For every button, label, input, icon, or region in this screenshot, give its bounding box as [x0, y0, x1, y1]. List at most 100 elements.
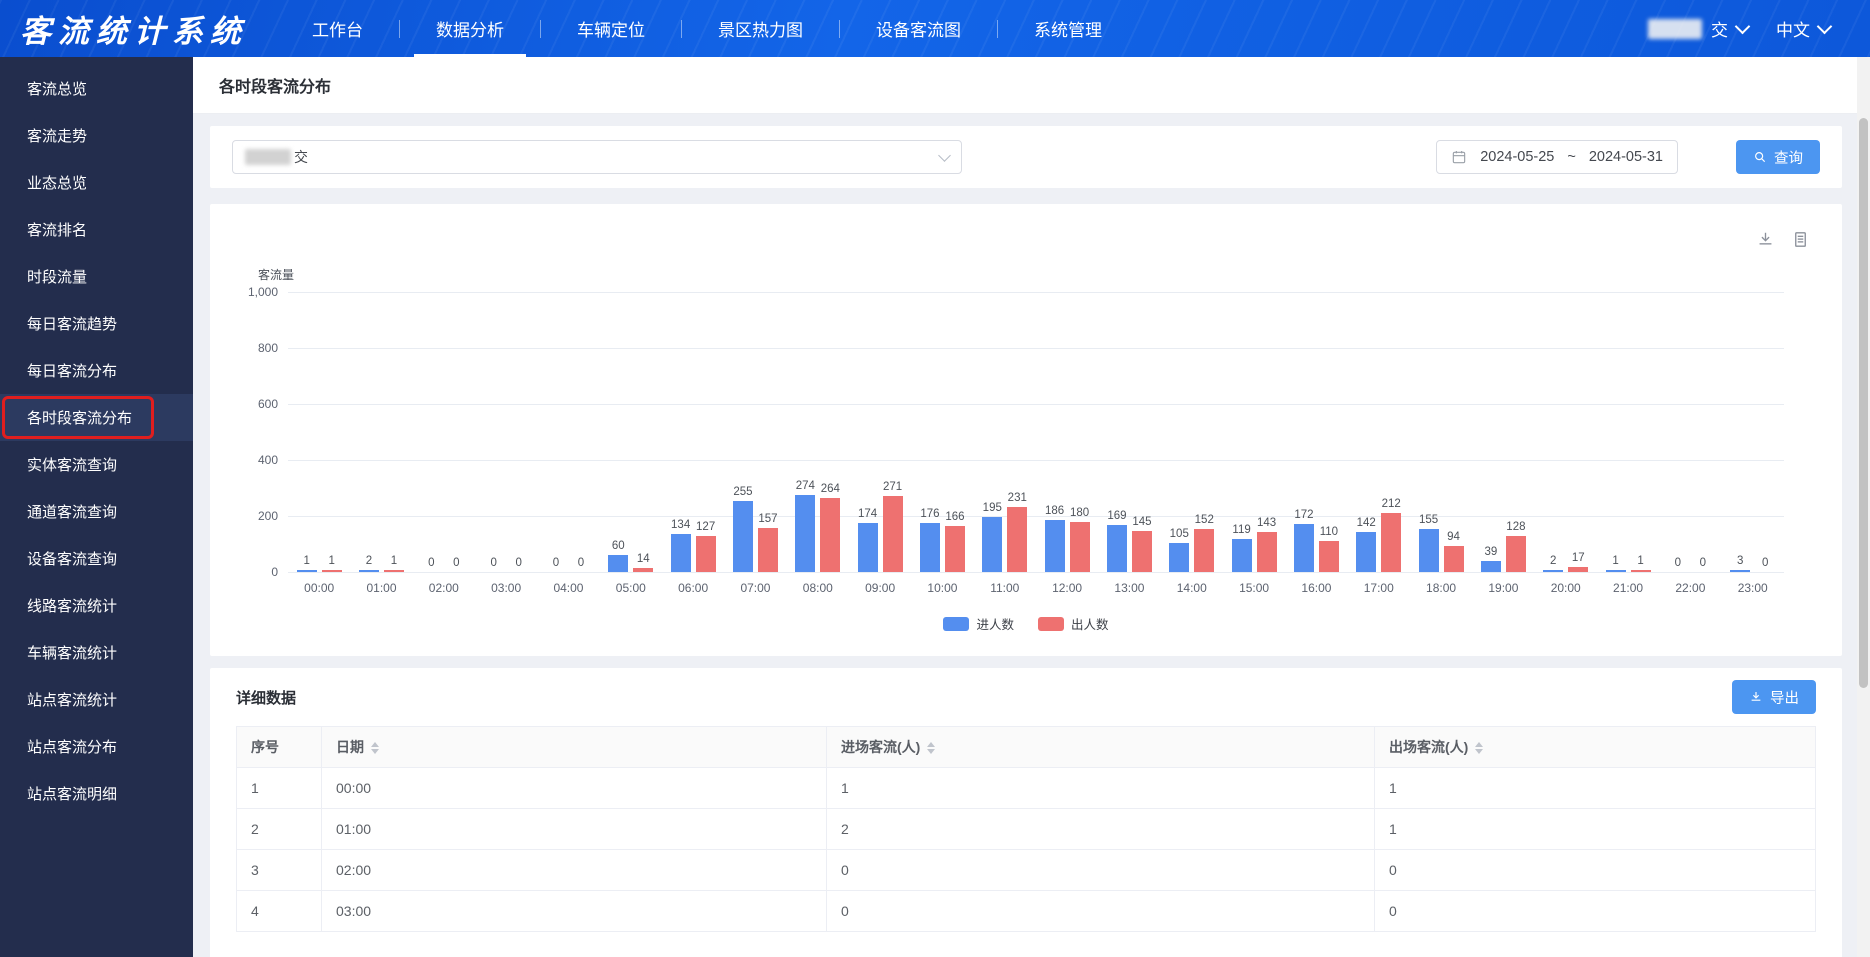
x-tick-label: 20:00: [1535, 581, 1597, 595]
bar-出人数: [633, 568, 653, 572]
bar-进人数: [1419, 529, 1439, 572]
query-button[interactable]: 查询: [1736, 140, 1820, 174]
bar-出人数: [1631, 570, 1651, 572]
sort-icon[interactable]: [927, 742, 935, 754]
x-tick-label: 19:00: [1472, 581, 1534, 595]
sidebar-item-2[interactable]: 客流走势: [0, 112, 193, 159]
sidebar-item-7[interactable]: 每日客流分布: [0, 347, 193, 394]
sort-icon[interactable]: [371, 742, 379, 754]
chart-panel: 客流量 02004006008001,000112100000060141341…: [210, 204, 1842, 656]
nav-tab-5[interactable]: 设备客流图: [840, 0, 997, 57]
sidebar-item-6[interactable]: 每日客流趋势: [0, 300, 193, 347]
bar-value-label: 186: [1045, 506, 1064, 518]
bar-出人数: [883, 496, 903, 572]
bar-出人数: [1319, 541, 1339, 572]
bar-进人数: [1356, 532, 1376, 572]
bar-column: 60: [608, 292, 628, 572]
scrollbar-thumb[interactable]: [1859, 118, 1868, 688]
sidebar-item-16[interactable]: 站点客流明细: [0, 770, 193, 817]
bar-column: 128: [1506, 292, 1526, 572]
column-header-3[interactable]: 进场客流(人): [827, 727, 1375, 768]
column-header-2[interactable]: 日期: [322, 727, 827, 768]
bar-group-05:00: 6014: [600, 292, 662, 572]
user-menu[interactable]: 交: [1648, 16, 1748, 41]
language-menu[interactable]: 中文: [1776, 16, 1830, 41]
sidebar-item-3[interactable]: 业态总览: [0, 159, 193, 206]
table-cell: 03:00: [322, 891, 827, 932]
search-icon: [1753, 150, 1767, 164]
sidebar-item-10[interactable]: 通道客流查询: [0, 488, 193, 535]
bar-column: 1: [1631, 292, 1651, 572]
sidebar-item-8[interactable]: 各时段客流分布: [0, 394, 193, 441]
x-tick-label: 14:00: [1161, 581, 1223, 595]
sidebar-item-15[interactable]: 站点客流分布: [0, 723, 193, 770]
bar-value-label: 39: [1484, 547, 1497, 559]
bar-进人数: [671, 534, 691, 572]
bar-value-label: 174: [858, 509, 877, 521]
sort-icon[interactable]: [1475, 742, 1483, 754]
bar-value-label: 0: [578, 558, 584, 570]
bar-column: 152: [1194, 292, 1214, 572]
bar-进人数: [1730, 570, 1750, 572]
org-select[interactable]: 交: [232, 140, 962, 174]
sidebar-item-5[interactable]: 时段流量: [0, 253, 193, 300]
bar-出人数: [1257, 532, 1277, 572]
sidebar-item-13[interactable]: 车辆客流统计: [0, 629, 193, 676]
download-chart-icon[interactable]: [1756, 230, 1775, 249]
legend-item-出人数[interactable]: 出人数: [1038, 614, 1109, 633]
page-title-bar: 各时段客流分布: [193, 57, 1870, 114]
bar-进人数: [1107, 525, 1127, 572]
detail-title: 详细数据: [236, 687, 296, 708]
data-view-icon[interactable]: [1791, 230, 1810, 249]
bar-column: 1: [322, 292, 342, 572]
sidebar-item-14[interactable]: 站点客流统计: [0, 676, 193, 723]
x-tick-label: 06:00: [662, 581, 724, 595]
bar-column: 143: [1257, 292, 1277, 572]
x-tick-label: 08:00: [787, 581, 849, 595]
bar-group-23:00: 30: [1722, 292, 1784, 572]
sidebar-item-label: 各时段客流分布: [27, 407, 132, 428]
legend-item-进人数[interactable]: 进人数: [943, 614, 1014, 633]
legend-swatch: [1038, 617, 1064, 631]
bar-group-18:00: 15594: [1410, 292, 1472, 572]
table-cell: 0: [1375, 891, 1816, 932]
bar-value-label: 212: [1382, 499, 1401, 511]
bar-column: 172: [1294, 292, 1314, 572]
nav-tab-1[interactable]: 工作台: [276, 0, 399, 57]
bar-value-label: 128: [1506, 522, 1525, 534]
bar-value-label: 264: [821, 484, 840, 496]
org-select-redacted: [245, 149, 291, 165]
detail-table: 序号日期进场客流(人)出场客流(人) 100:0011201:0021302:0…: [236, 726, 1816, 932]
bar-出人数: [1070, 522, 1090, 572]
top-header: 客流统计系统 工作台数据分析车辆定位景区热力图设备客流图系统管理 交 中文: [0, 0, 1870, 57]
nav-tab-2[interactable]: 数据分析: [400, 0, 540, 57]
sidebar-item-label: 客流排名: [27, 219, 87, 240]
column-header-4[interactable]: 出场客流(人): [1375, 727, 1816, 768]
sidebar-item-4[interactable]: 客流排名: [0, 206, 193, 253]
column-header-label: 出场客流(人): [1389, 739, 1468, 755]
bar-column: 94: [1444, 292, 1464, 572]
nav-tab-3[interactable]: 车辆定位: [541, 0, 681, 57]
column-header-label: 日期: [336, 739, 364, 755]
export-button[interactable]: 导出: [1732, 680, 1816, 714]
sidebar-item-9[interactable]: 实体客流查询: [0, 441, 193, 488]
x-tick-label: 02:00: [413, 581, 475, 595]
bar-出人数: [1194, 529, 1214, 572]
bar-column: 0: [509, 292, 529, 572]
scrollbar-track: [1857, 57, 1870, 957]
x-tick-label: 07:00: [724, 581, 786, 595]
sidebar-item-label: 站点客流明细: [27, 783, 117, 804]
date-range-picker[interactable]: 2024-05-25 ~ 2024-05-31: [1436, 140, 1678, 174]
nav-tab-4[interactable]: 景区热力图: [682, 0, 839, 57]
bar-column: 169: [1107, 292, 1127, 572]
table-cell: 1: [1375, 809, 1816, 850]
bar-value-label: 1: [1612, 556, 1618, 568]
x-tick-label: 09:00: [849, 581, 911, 595]
sidebar-item-11[interactable]: 设备客流查询: [0, 535, 193, 582]
sidebar-item-12[interactable]: 线路客流统计: [0, 582, 193, 629]
bar-column: 186: [1045, 292, 1065, 572]
nav-tab-6[interactable]: 系统管理: [998, 0, 1138, 57]
sidebar-item-1[interactable]: 客流总览: [0, 65, 193, 112]
bar-group-16:00: 172110: [1285, 292, 1347, 572]
table-cell: 02:00: [322, 850, 827, 891]
